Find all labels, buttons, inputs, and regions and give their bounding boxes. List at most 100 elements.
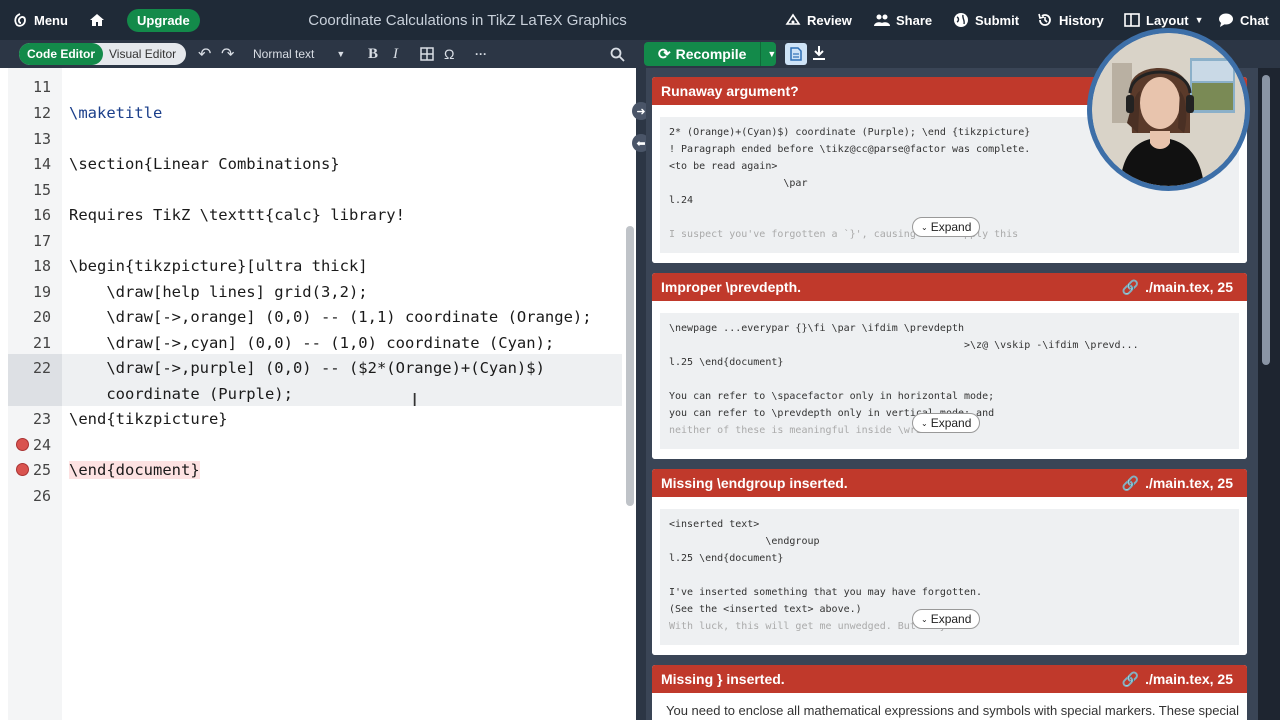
chevron-down-icon: ▼ bbox=[1194, 15, 1204, 25]
pane-splitter[interactable] bbox=[636, 68, 646, 720]
log-line: <to be read again> bbox=[669, 161, 778, 172]
menu-button[interactable]: Menu bbox=[12, 0, 68, 40]
review-icon bbox=[785, 13, 801, 25]
upgrade-label: Upgrade bbox=[127, 8, 200, 32]
file-location-link[interactable]: 🔗 ./main.tex, 25 bbox=[1122, 469, 1233, 497]
symbol-button[interactable]: Ω bbox=[444, 44, 454, 64]
expand-button[interactable]: ⌄ Expand bbox=[912, 609, 981, 629]
code-line: \end{tikzpicture} bbox=[69, 410, 228, 428]
line-number: 22 bbox=[32, 359, 51, 377]
submit-button[interactable]: Submit bbox=[953, 0, 1019, 40]
file-location-text: ./main.tex, 25 bbox=[1145, 475, 1233, 491]
submit-label: Submit bbox=[975, 12, 1020, 28]
log-entry-title[interactable]: Missing \endgroup inserted. 🔗 ./main.tex,… bbox=[652, 469, 1247, 497]
code-text: \draw[->,orange] (0,0) -- (1,1) coordina… bbox=[69, 308, 592, 326]
users-icon bbox=[874, 14, 890, 26]
log-line: <inserted text> bbox=[669, 519, 760, 530]
refresh-icon: ⟳ bbox=[658, 46, 671, 63]
log-line: l.25 \end{document} bbox=[669, 553, 784, 564]
project-title: Coordinate Calculations in TikZ LaTeX Gr… bbox=[308, 11, 627, 29]
editor-scrollbar[interactable] bbox=[626, 226, 634, 506]
bold-button[interactable]: B bbox=[368, 44, 378, 64]
layout-label: Layout bbox=[1146, 12, 1189, 28]
log-line: l.24 bbox=[669, 195, 694, 206]
more-button[interactable]: ··· bbox=[475, 44, 487, 64]
text-style-select[interactable]: Normal text ▼ bbox=[253, 44, 345, 64]
upgrade-button[interactable]: Upgrade bbox=[127, 0, 200, 40]
log-message: You need to enclose all mathematical exp… bbox=[666, 703, 1241, 718]
log-entry: Missing } inserted. 🔗 ./main.tex, 25 You … bbox=[652, 665, 1247, 720]
history-button[interactable]: History bbox=[1037, 0, 1104, 40]
log-line: >\z@ \vskip -\ifdim \prevd... bbox=[669, 340, 1139, 351]
presenter-video bbox=[1092, 33, 1245, 186]
log-entry-body: You need to enclose all mathematical exp… bbox=[652, 693, 1247, 720]
code-line: \begin{tikzpicture}[ultra thick] bbox=[69, 257, 368, 275]
line-number: 12 bbox=[32, 104, 51, 122]
editor-mode-toggle[interactable]: Code Editor Visual Editor bbox=[19, 43, 186, 65]
download-icon[interactable] bbox=[812, 45, 826, 66]
visual-editor-tab[interactable]: Visual Editor bbox=[103, 47, 176, 61]
history-label: History bbox=[1059, 12, 1104, 28]
chevron-down-icon: ⌄ bbox=[921, 418, 928, 428]
code-editor-tab[interactable]: Code Editor bbox=[19, 43, 103, 65]
code-text: \begin{tikzpicture}[ultra thick] bbox=[69, 257, 368, 275]
chat-button[interactable]: Chat bbox=[1218, 0, 1269, 40]
log-line: \newpage ...everypar {}\fi \par \ifdim \… bbox=[669, 323, 965, 334]
log-entry-title-text: Missing } inserted. bbox=[661, 671, 785, 687]
expand-label: Expand bbox=[930, 612, 972, 626]
recompile-options-icon[interactable]: ▼ bbox=[760, 42, 776, 66]
search-icon[interactable] bbox=[610, 44, 625, 64]
expand-button[interactable]: ⌄ Expand bbox=[912, 413, 981, 433]
log-scrollbar[interactable] bbox=[1262, 75, 1270, 365]
chat-label: Chat bbox=[1240, 12, 1269, 28]
log-line: 2* (Orange)+(Cyan)$) coordinate (Purple)… bbox=[669, 127, 1031, 138]
code-line: Requires TikZ \texttt{calc} library! bbox=[69, 206, 405, 224]
log-line: \par bbox=[669, 178, 808, 189]
code-text: \end{document} bbox=[69, 461, 200, 479]
file-location-text: ./main.tex, 25 bbox=[1145, 671, 1233, 687]
code-text: \draw[->,purple] (0,0) -- ($2*(Orange)+(… bbox=[69, 359, 545, 377]
code-line: \maketitle bbox=[69, 104, 162, 122]
redo-icon[interactable]: ↷ bbox=[221, 44, 234, 64]
undo-icon[interactable]: ↶ bbox=[198, 44, 211, 64]
history-icon bbox=[1038, 13, 1051, 26]
code-text: \maketitle bbox=[69, 104, 163, 122]
code-text: \end{tikzpicture} bbox=[69, 410, 228, 428]
top-bar: Menu Upgrade Coordinate Calculations in … bbox=[0, 0, 1280, 40]
code-text: Requires TikZ \texttt{calc} library! bbox=[69, 206, 405, 224]
file-location-link[interactable]: 🔗 ./main.tex, 25 bbox=[1122, 665, 1233, 693]
share-button[interactable]: Share bbox=[874, 0, 932, 40]
table-icon[interactable] bbox=[420, 44, 434, 64]
log-line: (See the <inserted text> above.) bbox=[669, 604, 862, 615]
error-marker-icon[interactable] bbox=[16, 463, 29, 476]
log-entry-title-text: Improper \prevdepth. bbox=[661, 279, 802, 295]
log-entry-title[interactable]: Improper \prevdepth. 🔗 ./main.tex, 25 bbox=[652, 273, 1247, 301]
log-line: ! Paragraph ended before \tikz@cc@parse@… bbox=[669, 144, 1031, 155]
code-line: \end{document} bbox=[69, 461, 200, 479]
review-button[interactable]: Review bbox=[785, 0, 852, 40]
globe-icon bbox=[954, 13, 968, 27]
home-button[interactable] bbox=[89, 0, 105, 40]
log-entry-title[interactable]: Missing } inserted. 🔗 ./main.tex, 25 bbox=[652, 665, 1247, 693]
text-cursor-icon: I bbox=[412, 390, 418, 411]
editor-toolbar: Code Editor Visual Editor ↶ ↷ Normal tex… bbox=[0, 40, 640, 68]
file-location-link[interactable]: 🔗 ./main.tex, 25 bbox=[1122, 273, 1233, 301]
log-line: l.25 \end{document} bbox=[669, 357, 784, 368]
code-text: \draw[->,cyan] (0,0) -- (1,0) coordinate… bbox=[69, 334, 555, 352]
webcam-overlay bbox=[1087, 28, 1250, 191]
line-number: 23 bbox=[32, 410, 51, 428]
file-location-text: ./main.tex, 25 bbox=[1145, 279, 1233, 295]
logs-toggle-icon[interactable] bbox=[785, 43, 807, 65]
log-entry: Missing \endgroup inserted. 🔗 ./main.tex,… bbox=[652, 469, 1247, 655]
line-number: 20 bbox=[32, 308, 51, 326]
expand-button[interactable]: ⌄ Expand bbox=[912, 217, 981, 237]
error-marker-icon[interactable] bbox=[16, 438, 29, 451]
log-entry-title-text: Missing \endgroup inserted. bbox=[661, 475, 848, 491]
chevron-down-icon: ⌄ bbox=[921, 614, 928, 624]
italic-button[interactable]: I bbox=[393, 44, 398, 64]
code-editor[interactable]: 11 12 13 14 15 16 17 18 19 20 21 22 23 2… bbox=[0, 68, 636, 720]
line-number: 16 bbox=[32, 206, 51, 224]
recompile-button[interactable]: ⟳ Recompile ▼ bbox=[644, 42, 776, 66]
log-entry-title-text: Runaway argument? bbox=[661, 83, 799, 99]
line-number: 17 bbox=[32, 232, 51, 250]
